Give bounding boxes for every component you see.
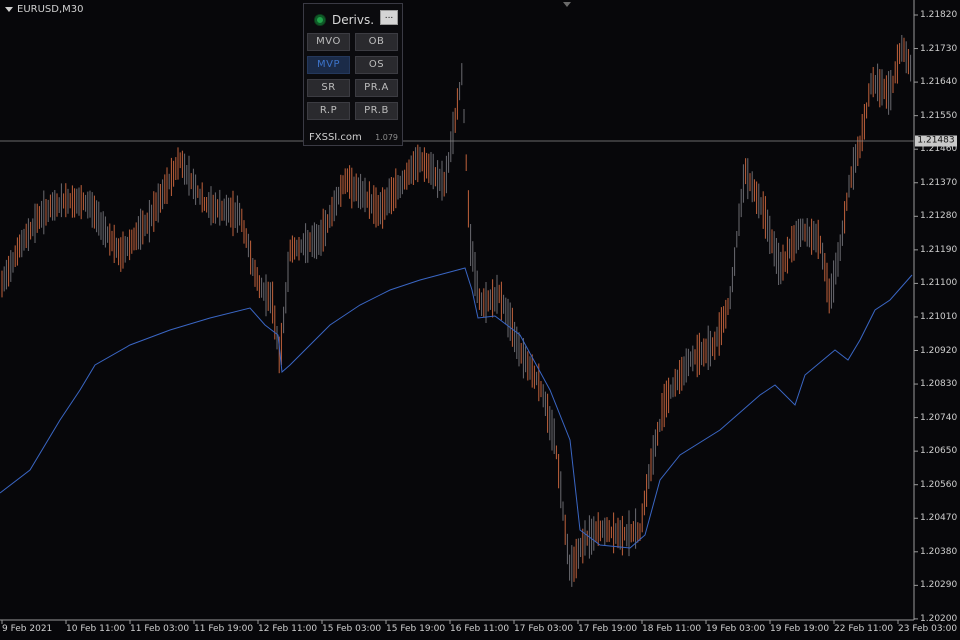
- status-light-icon: [314, 14, 326, 26]
- price-tick-label: 1.21010: [920, 311, 958, 322]
- moving-average-line: [0, 267, 913, 549]
- minimize-button[interactable]: ...: [380, 10, 398, 25]
- time-tick-label: 11 Feb 03:00: [130, 624, 190, 634]
- pr-a-button[interactable]: PR.A: [355, 79, 398, 97]
- sr-button[interactable]: SR: [307, 79, 350, 97]
- price-chart[interactable]: [0, 0, 960, 640]
- time-tick-label: 18 Feb 11:00: [642, 624, 702, 634]
- time-tick-label: 12 Feb 11:00: [258, 624, 318, 634]
- price-tick-label: 1.21280: [920, 211, 958, 222]
- time-tick-label: 10 Feb 11:00: [66, 624, 126, 634]
- time-tick-label: 17 Feb 19:00: [578, 624, 638, 634]
- price-tick-label: 1.21370: [920, 177, 958, 188]
- price-tick-label: 1.20920: [920, 345, 958, 356]
- pr-b-button[interactable]: PR.B: [355, 102, 398, 120]
- r-p-button[interactable]: R.P: [307, 102, 350, 120]
- mvp-button[interactable]: MVP: [307, 56, 350, 74]
- os-button[interactable]: OS: [355, 56, 398, 74]
- time-tick-label: 19 Feb 19:00: [770, 624, 830, 634]
- time-tick-label: 22 Feb 11:00: [834, 624, 894, 634]
- panel-version: 1.079: [375, 133, 398, 142]
- candles: [1, 35, 912, 587]
- price-tick-label: 1.20650: [920, 446, 958, 457]
- price-tick-label: 1.20470: [920, 513, 958, 524]
- price-tick-label: 1.20200: [920, 613, 958, 624]
- ob-button[interactable]: OB: [355, 33, 398, 51]
- price-tick-label: 1.20290: [920, 580, 958, 591]
- chevron-down-icon: [5, 7, 13, 12]
- price-tick-label: 1.20380: [920, 546, 958, 557]
- symbol-text: EURUSD,M30: [17, 4, 84, 15]
- time-tick-label: 15 Feb 19:00: [386, 624, 446, 634]
- fxssi-link[interactable]: FXSSI.com: [309, 132, 362, 143]
- time-tick-label: 9 Feb 2021: [2, 624, 53, 634]
- panel-title: Derivs.: [332, 13, 375, 27]
- price-tick-label: 1.21550: [920, 110, 958, 121]
- time-tick-label: 19 Feb 03:00: [706, 624, 766, 634]
- current-price-tag: 1.21483: [915, 135, 957, 147]
- price-tick-label: 1.21190: [920, 244, 958, 255]
- scroll-marker-icon: [563, 2, 571, 7]
- derivs-panel: Derivs. ... MVO OB MVP OS SR PR.A R.P PR…: [303, 3, 403, 146]
- time-tick-label: 16 Feb 11:00: [450, 624, 510, 634]
- price-tick-label: 1.21730: [920, 43, 958, 54]
- price-tick-label: 1.20740: [920, 412, 958, 423]
- panel-header: Derivs.: [314, 13, 374, 27]
- price-ticks: [914, 14, 918, 620]
- time-tick-label: 15 Feb 03:00: [322, 624, 382, 634]
- price-tick-label: 1.21640: [920, 77, 958, 88]
- mvo-button[interactable]: MVO: [307, 33, 350, 51]
- price-tick-label: 1.21100: [920, 278, 958, 289]
- time-tick-label: 17 Feb 03:00: [514, 624, 574, 634]
- price-tick-label: 1.20560: [920, 479, 958, 490]
- symbol-label[interactable]: EURUSD,M30: [5, 4, 83, 15]
- time-tick-label: 23 Feb 03:00: [898, 624, 958, 634]
- time-tick-label: 11 Feb 19:00: [194, 624, 254, 634]
- price-tick-label: 1.20830: [920, 379, 958, 390]
- price-tick-label: 1.21820: [920, 10, 958, 20]
